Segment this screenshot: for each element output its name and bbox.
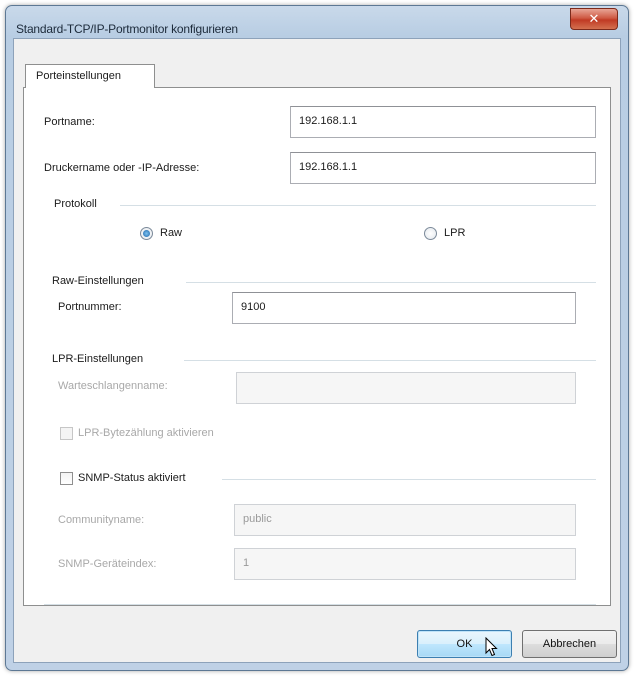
protocol-lpr-label[interactable]: LPR <box>444 227 465 239</box>
community-name-value: public <box>243 513 272 525</box>
protocol-lpr-radio[interactable] <box>424 227 437 240</box>
ok-button-label: OK <box>456 638 473 650</box>
printer-address-label: Druckername oder -IP-Adresse: <box>44 162 200 174</box>
lpr-settings-group-divider <box>184 360 596 361</box>
raw-settings-group-label: Raw-Einstellungen <box>52 275 144 287</box>
lpr-settings-group-label: LPR-Einstellungen <box>52 353 144 365</box>
lpr-byte-counting-checkbox[interactable] <box>60 427 73 440</box>
printer-address-value: 192.168.1.1 <box>299 161 358 173</box>
mouse-cursor-icon <box>485 637 498 657</box>
snmp-status-label[interactable]: SNMP-Status aktiviert <box>78 472 186 484</box>
port-name-label: Portname: <box>44 116 95 128</box>
printer-address-input[interactable]: 192.168.1.1 <box>290 152 596 184</box>
snmp-device-index-label: SNMP-Geräteindex: <box>58 558 157 570</box>
tab-label: Porteinstellungen <box>36 70 122 82</box>
community-name-input[interactable]: public <box>234 504 576 536</box>
window-title: Standard-TCP/IP-Portmonitor konfiguriere… <box>16 22 238 36</box>
port-number-label: Portnummer: <box>58 301 122 313</box>
ok-button[interactable]: OK <box>417 630 512 658</box>
snmp-group-divider <box>222 479 596 480</box>
dialog-window: Standard-TCP/IP-Portmonitor konfiguriere… <box>5 5 629 671</box>
port-name-value: 192.168.1.1 <box>299 115 358 127</box>
cancel-button[interactable]: Abbrechen <box>522 630 617 658</box>
queue-name-input[interactable] <box>236 372 576 404</box>
raw-settings-group-divider <box>186 282 596 283</box>
close-button[interactable]: ✕ <box>570 8 618 30</box>
close-icon: ✕ <box>588 11 600 26</box>
protocol-group-divider <box>120 205 596 206</box>
snmp-device-index-value: 1 <box>243 557 250 569</box>
tab-porteinstellungen[interactable]: Porteinstellungen <box>25 64 155 88</box>
port-number-input[interactable]: 9100 <box>232 292 576 324</box>
dialog-client-area: Porteinstellungen Portname: 192.168.1.1 … <box>13 38 621 663</box>
lpr-byte-counting-label[interactable]: LPR-Bytezählung aktivieren <box>78 427 214 439</box>
protocol-raw-radio[interactable] <box>140 227 153 240</box>
protocol-group-label: Protokoll <box>54 198 97 210</box>
queue-name-label: Warteschlangenname: <box>58 380 168 392</box>
community-name-label: Communityname: <box>58 514 145 526</box>
cancel-button-label: Abbrechen <box>542 638 597 650</box>
tab-panel: Portname: 192.168.1.1 Druckername oder -… <box>23 87 611 606</box>
snmp-status-checkbox[interactable] <box>60 472 73 485</box>
snmp-device-index-input[interactable]: 1 <box>234 548 576 580</box>
port-number-value: 9100 <box>241 301 266 313</box>
bottom-divider <box>44 604 596 605</box>
port-name-input[interactable]: 192.168.1.1 <box>290 106 596 138</box>
protocol-raw-label[interactable]: Raw <box>160 227 182 239</box>
